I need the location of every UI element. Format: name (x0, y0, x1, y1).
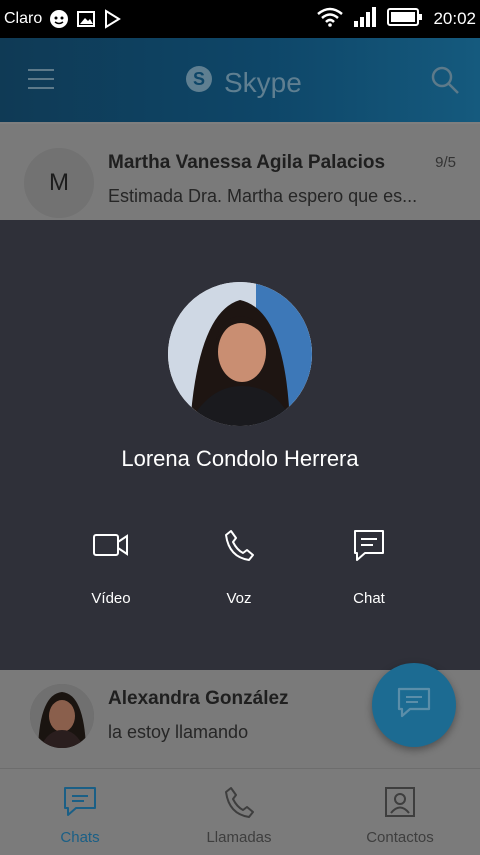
tab-label: Llamadas (206, 829, 272, 846)
signal-icon (353, 6, 377, 32)
app-header: S Skype (0, 38, 480, 122)
notification-baby-icon (48, 8, 70, 30)
bottom-navigation: Chats Llamadas Contactos (0, 768, 480, 855)
tab-label: Contactos (366, 829, 434, 846)
chat-icon (0, 783, 160, 821)
skype-icon: S (184, 64, 214, 101)
contact-photo (168, 282, 312, 426)
app-title: Skype (224, 66, 302, 98)
carrier-label: Claro (4, 10, 43, 27)
chat-button[interactable]: Chat (319, 524, 419, 607)
avatar (30, 684, 94, 748)
clock: 20:02 (433, 9, 476, 28)
video-icon (61, 524, 161, 566)
chat-label: Chat (353, 590, 385, 607)
svg-text:S: S (193, 69, 205, 89)
search-icon[interactable] (430, 65, 460, 100)
tab-contactos[interactable]: Contactos (320, 783, 480, 846)
voice-call-button[interactable]: Voz (189, 524, 289, 607)
skype-logo: S Skype (184, 64, 302, 101)
menu-icon[interactable] (28, 68, 56, 95)
contact-name: Lorena Condolo Herrera (121, 446, 359, 471)
video-label: Vídeo (91, 590, 131, 607)
voice-label: Voz (226, 590, 252, 607)
tab-chats[interactable]: Chats (0, 783, 160, 846)
new-chat-button[interactable] (372, 663, 456, 747)
chat-preview: Estimada Dra. Martha espero que es... (108, 186, 418, 206)
battery-icon (387, 7, 423, 31)
play-store-icon (102, 9, 122, 29)
chat-icon (319, 524, 419, 566)
video-call-button[interactable]: Vídeo (61, 524, 161, 607)
chat-list-item[interactable]: M Martha Vanessa Agila Palacios Estimada… (0, 124, 480, 221)
avatar: M (24, 148, 94, 218)
phone-icon (189, 524, 289, 566)
phone-icon (159, 783, 319, 821)
chat-icon (397, 687, 431, 724)
chat-date: 9/5 (435, 154, 456, 171)
tab-llamadas[interactable]: Llamadas (159, 783, 319, 846)
contacts-icon (320, 783, 480, 821)
status-bar: Claro 20:02 (0, 0, 480, 38)
contact-card: Lorena Condolo Herrera Vídeo Voz Chat (0, 220, 480, 670)
wifi-icon (317, 7, 344, 32)
chat-preview: la estoy llamando (108, 722, 249, 742)
chat-name: Martha Vanessa Agila Palacios (108, 152, 386, 173)
chat-name: Alexandra González (108, 688, 289, 709)
tab-label: Chats (60, 829, 100, 846)
gallery-icon (76, 9, 96, 29)
